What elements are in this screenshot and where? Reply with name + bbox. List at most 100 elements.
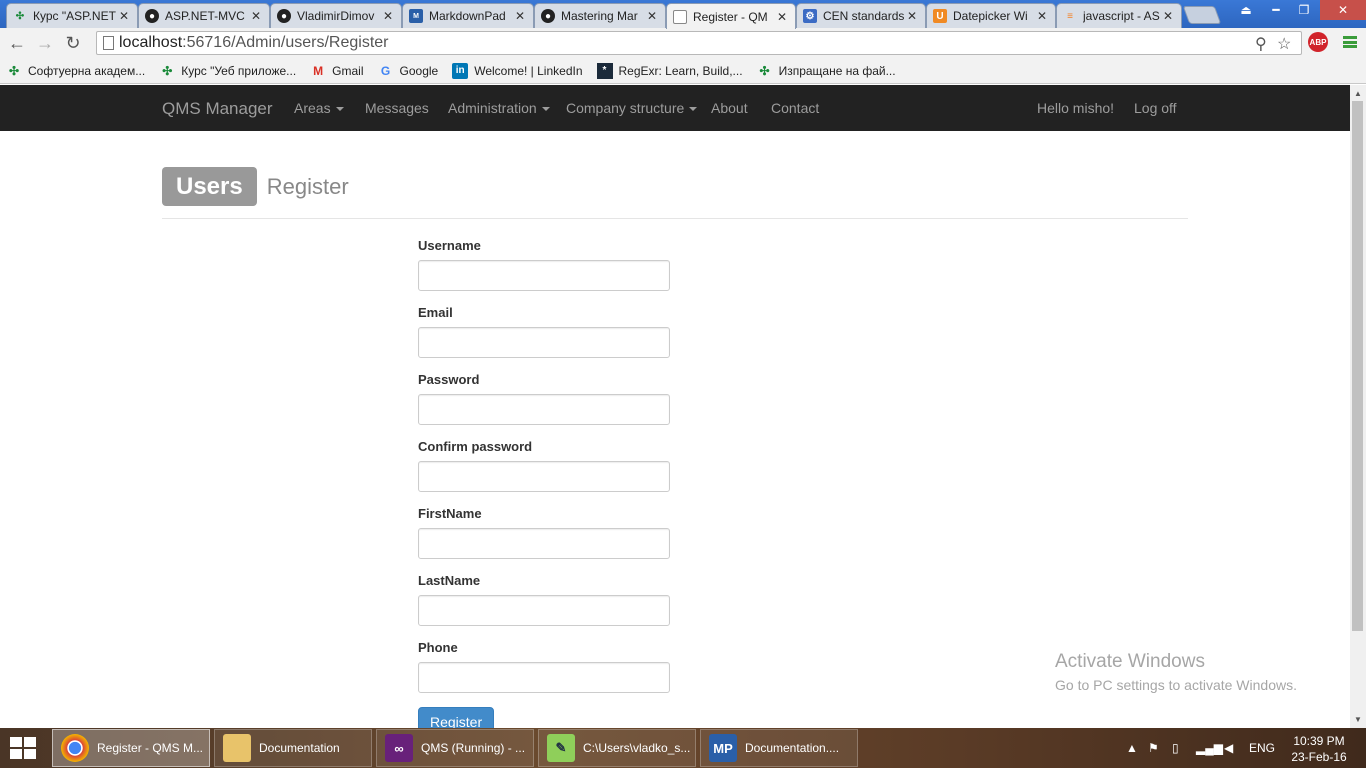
lastname-input[interactable]	[418, 595, 670, 626]
activate-windows-watermark: Activate Windows Go to PC settings to ac…	[1055, 651, 1297, 693]
phone-input[interactable]	[418, 662, 670, 693]
register-button[interactable]: Register	[418, 707, 495, 728]
bookmark-item[interactable]: M Gmail	[310, 63, 363, 79]
log-off-link[interactable]: Log off	[1134, 100, 1177, 116]
bookmark-item[interactable]: G Google	[378, 63, 438, 79]
markdownpad-icon: MP	[709, 734, 737, 762]
nav-about[interactable]: About	[711, 100, 748, 116]
adblock-label: ABP	[1309, 37, 1327, 47]
nav-administration[interactable]: Administration	[448, 100, 550, 116]
browser-tab[interactable]: ≡ javascript - AS ✕	[1056, 3, 1182, 28]
tab-label: ASP.NET-MVC	[165, 9, 245, 23]
close-icon[interactable]: ✕	[775, 10, 789, 24]
system-clock[interactable]: 10:39 PM 23-Feb-16	[1286, 733, 1352, 765]
bookmark-item[interactable]: ✣ Курс "Уеб приложе...	[159, 63, 296, 79]
scroll-down-icon[interactable]: ▼	[1354, 715, 1362, 724]
browser-tab[interactable]: U Datepicker Wi ✕	[926, 3, 1056, 28]
browser-tab[interactable]: ⚙ CEN standards ✕	[796, 3, 926, 28]
network-icon[interactable]: ▂▄▆	[1196, 728, 1223, 768]
bookmark-item[interactable]: * RegExr: Learn, Build,...	[596, 62, 743, 79]
close-icon[interactable]: ✕	[905, 9, 919, 23]
volume-icon[interactable]: ◀	[1224, 728, 1233, 768]
folder-icon	[223, 734, 251, 762]
clock-time: 10:39 PM	[1293, 734, 1345, 748]
url-path: :56716/Admin/users/Register	[182, 34, 389, 51]
bookmark-label: RegExr: Learn, Build,...	[618, 63, 743, 78]
close-icon[interactable]: ✕	[381, 9, 395, 23]
nav-label: Administration	[448, 100, 537, 116]
page-subtitle: Register	[266, 173, 349, 199]
username-label: Username	[418, 238, 481, 253]
show-hidden-icons-icon[interactable]: ▲	[1126, 728, 1138, 768]
bookmark-item[interactable]: in Welcome! | LinkedIn	[452, 62, 583, 79]
watermark-line2: Go to PC settings to activate Windows.	[1055, 677, 1297, 693]
close-icon[interactable]: ✕	[117, 9, 131, 23]
close-icon[interactable]: ✕	[1161, 9, 1175, 23]
github-icon: ●	[541, 9, 555, 23]
close-icon[interactable]: ✕	[1035, 9, 1049, 23]
page-scrollbar[interactable]: ▲ ▼	[1350, 85, 1366, 728]
new-tab-button[interactable]	[1182, 6, 1222, 24]
nav-label: Messages	[365, 100, 429, 116]
battery-icon[interactable]: ▯	[1172, 728, 1179, 768]
close-icon[interactable]: ✕	[513, 9, 527, 23]
bookmark-label: Курс "Уеб приложе...	[181, 63, 297, 78]
scroll-up-icon[interactable]: ▲	[1354, 89, 1362, 98]
header-divider	[162, 218, 1188, 219]
scrollbar-thumb[interactable]	[1352, 101, 1363, 631]
notepadpp-icon: ✎	[547, 734, 575, 762]
address-bar[interactable]: localhost:56716/Admin/users/Register ⚲ ☆	[96, 31, 1302, 55]
back-arrow-icon[interactable]: ←	[6, 32, 28, 54]
confirm-password-input[interactable]	[418, 461, 670, 492]
browser-tab[interactable]: M MarkdownPad ✕	[402, 3, 534, 28]
browser-tab-strip: ✣ Курс "ASP.NET ✕ ● ASP.NET-MVC ✕ ● Vlad…	[0, 0, 1366, 29]
nav-messages[interactable]: Messages	[365, 100, 429, 116]
taskbar-item[interactable]: Documentation	[214, 729, 372, 767]
firstname-group: FirstName	[418, 506, 670, 559]
browser-tab[interactable]: ● Mastering Mar ✕	[534, 3, 666, 28]
star-icon[interactable]: ☆	[1277, 34, 1291, 54]
firstname-input[interactable]	[418, 528, 670, 559]
email-input[interactable]	[418, 327, 670, 358]
reload-icon[interactable]: ↻	[62, 32, 84, 54]
bookmark-item[interactable]: ✣ Софтуерна академ...	[6, 63, 145, 79]
adblock-icon[interactable]: ABP	[1308, 32, 1328, 52]
menu-icon[interactable]	[1343, 36, 1357, 48]
url-host: localhost	[119, 34, 183, 51]
close-icon[interactable]: ✕	[249, 9, 263, 23]
stackoverflow-icon: ≡	[1067, 10, 1073, 22]
close-icon[interactable]: ✕	[645, 9, 659, 23]
academy-icon: ✣	[162, 63, 173, 78]
password-input[interactable]	[418, 394, 670, 425]
taskbar-item[interactable]: Register - QMS M...	[52, 729, 210, 767]
search-icon[interactable]: ⚲	[1255, 34, 1267, 54]
browser-tab[interactable]: ● ASP.NET-MVC ✕	[138, 3, 270, 28]
user-icon[interactable]: ⏏	[1232, 0, 1260, 20]
bookmarks-bar: ✣ Софтуерна академ... ✣ Курс "Уеб приложе.…	[0, 58, 1366, 84]
user-greeting-link[interactable]: Hello misho!	[1037, 100, 1114, 116]
taskbar-item[interactable]: MP Documentation....	[700, 729, 858, 767]
nav-areas[interactable]: Areas	[294, 100, 344, 116]
window-close-icon[interactable]: ✕	[1320, 0, 1366, 20]
nav-contact[interactable]: Contact	[771, 100, 819, 116]
minimize-icon[interactable]: ━	[1262, 0, 1290, 20]
browser-tab[interactable]: ✣ Курс "ASP.NET ✕	[6, 3, 138, 28]
username-input[interactable]	[418, 260, 670, 291]
tab-label: VladimirDimov	[297, 9, 375, 23]
browser-tab[interactable]: ● VladimirDimov ✕	[270, 3, 402, 28]
bookmark-item[interactable]: ✣ Изпращане на фай...	[757, 63, 896, 79]
browser-tab-active[interactable]: Register - QM ✕	[666, 3, 796, 29]
confirm-password-label: Confirm password	[418, 439, 533, 454]
github-icon: ●	[145, 9, 159, 23]
maximize-icon[interactable]: ❐	[1290, 0, 1318, 20]
bookmark-label: Изпращане на фай...	[778, 63, 896, 78]
brand-link[interactable]: QMS Manager	[162, 99, 273, 119]
forward-arrow-icon[interactable]: →	[34, 32, 56, 54]
taskbar-item[interactable]: ∞ QMS (Running) - ...	[376, 729, 534, 767]
language-indicator[interactable]: ENG	[1249, 728, 1275, 768]
tab-label: Курс "ASP.NET	[33, 9, 116, 23]
action-center-icon[interactable]: ⚑	[1148, 728, 1159, 768]
taskbar-item[interactable]: ✎ C:\Users\vladko_s...	[538, 729, 696, 767]
nav-company-structure[interactable]: Company structure	[566, 100, 698, 116]
windows-start-icon[interactable]	[10, 737, 38, 759]
